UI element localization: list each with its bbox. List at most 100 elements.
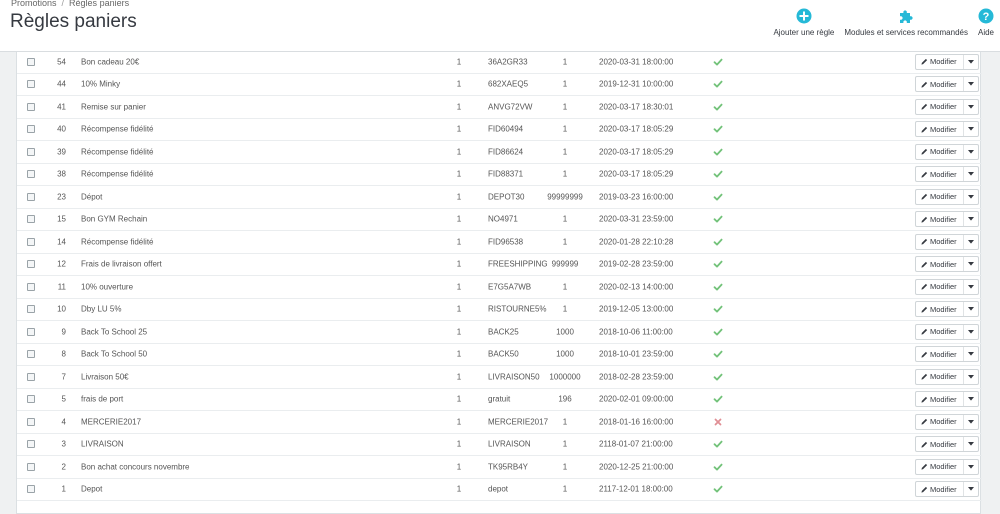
- table-row[interactable]: 5 frais de port 1 gratuit 196 2020-02-01 09:0…: [17, 389, 982, 411]
- status-toggle[interactable]: [713, 484, 723, 494]
- edit-button[interactable]: Modifier: [916, 459, 964, 474]
- edit-button[interactable]: Modifier: [916, 392, 964, 407]
- actions-dropdown-toggle[interactable]: [964, 149, 978, 154]
- status-toggle[interactable]: [713, 394, 723, 404]
- status-toggle[interactable]: [713, 124, 723, 134]
- edit-button[interactable]: Modifier: [916, 324, 964, 339]
- table-row[interactable]: 40 Récompense fidélité 1 FID60494 1 2020-03-1…: [17, 119, 982, 141]
- edit-button[interactable]: Modifier: [916, 482, 964, 497]
- table-row[interactable]: 39 Récompense fidélité 1 FID86624 1 2020-03-1…: [17, 141, 982, 164]
- status-toggle[interactable]: [713, 259, 723, 269]
- edit-button[interactable]: Modifier: [916, 369, 964, 384]
- edit-button[interactable]: Modifier: [916, 144, 964, 159]
- status-toggle[interactable]: [713, 79, 723, 89]
- actions-dropdown-toggle[interactable]: [964, 442, 978, 446]
- breadcrumb-item-promotions[interactable]: Promotions: [11, 0, 57, 8]
- row-checkbox[interactable]: [27, 305, 35, 314]
- table-row[interactable]: 23 Dépot 1 DEPOT30 99999999 2019-03-23 16:00:…: [17, 186, 982, 209]
- edit-button[interactable]: Modifier: [916, 302, 964, 317]
- row-checkbox[interactable]: [27, 372, 35, 381]
- table-row[interactable]: 14 Récompense fidélité 1 FID96538 1 2020-01-2…: [17, 231, 982, 254]
- status-toggle[interactable]: [713, 169, 723, 179]
- edit-button[interactable]: Modifier: [916, 257, 964, 272]
- row-checkbox[interactable]: [27, 350, 35, 359]
- actions-dropdown-toggle[interactable]: [964, 329, 978, 334]
- status-toggle[interactable]: [713, 147, 723, 157]
- actions-dropdown-toggle[interactable]: [964, 172, 978, 176]
- table-row[interactable]: 12 Frais de livraison offert 1 FREESHIPPING…: [17, 254, 982, 276]
- table-row[interactable]: 1 Depot 1 depot 1 2117-12-01 18:00:00 Modifier: [17, 479, 982, 501]
- table-row[interactable]: 11 10% ouverture 1 E7G5A7WB 1 2020-02-13 14:0…: [17, 276, 982, 299]
- status-toggle[interactable]: [713, 57, 723, 67]
- edit-button[interactable]: Modifier: [916, 167, 964, 182]
- edit-button[interactable]: Modifier: [916, 122, 964, 137]
- row-checkbox[interactable]: [27, 327, 35, 336]
- table-row[interactable]: 44 10% Minky 1 682XAEQ5 1 2019-12-31 10:00:00…: [17, 74, 982, 96]
- status-toggle[interactable]: [713, 327, 723, 337]
- status-toggle[interactable]: [713, 349, 723, 359]
- status-toggle[interactable]: [713, 102, 723, 112]
- actions-dropdown-toggle[interactable]: [964, 239, 978, 244]
- row-checkbox[interactable]: [27, 395, 35, 404]
- actions-dropdown-toggle[interactable]: [964, 307, 978, 311]
- row-checkbox[interactable]: [27, 462, 35, 471]
- table-row[interactable]: 9 Back To School 25 1 BACK25 1000 2018-10-06 …: [17, 321, 982, 344]
- actions-dropdown-toggle[interactable]: [964, 82, 978, 86]
- status-toggle[interactable]: [713, 462, 723, 472]
- table-row[interactable]: 10 Dby LU 5% 1 RISTOURNE5% 1 2019-12-05 13:00…: [17, 299, 982, 321]
- edit-button[interactable]: Modifier: [916, 99, 964, 114]
- actions-dropdown-toggle[interactable]: [964, 104, 978, 109]
- status-toggle[interactable]: [713, 304, 723, 314]
- row-checkbox[interactable]: [27, 237, 35, 246]
- actions-dropdown-toggle[interactable]: [964, 217, 978, 221]
- row-checkbox[interactable]: [27, 170, 35, 179]
- edit-button[interactable]: Modifier: [916, 347, 964, 362]
- table-row[interactable]: 54 Bon cadeau 20€ 1 36A2GR33 1 2020-03-31 18:…: [17, 51, 982, 74]
- status-toggle[interactable]: [713, 237, 723, 247]
- status-toggle[interactable]: [713, 372, 723, 382]
- status-toggle[interactable]: [713, 439, 723, 449]
- edit-button[interactable]: Modifier: [916, 54, 964, 69]
- table-row[interactable]: 7 Livraison 50€ 1 LIVRAISON50 1000000 2018-02…: [17, 366, 982, 389]
- table-row[interactable]: 8 Back To School 50 1 BACK50 1000 2018-10-01 …: [17, 344, 982, 366]
- edit-button[interactable]: Modifier: [916, 437, 964, 452]
- status-toggle[interactable]: [713, 282, 723, 292]
- actions-dropdown-toggle[interactable]: [964, 487, 978, 491]
- add-rule-button[interactable]: Ajouter une règle: [773, 8, 834, 37]
- table-row[interactable]: 38 Récompense fidélité 1 FID88371 1 2020-03-1…: [17, 164, 982, 186]
- row-checkbox[interactable]: [27, 125, 35, 134]
- actions-dropdown-toggle[interactable]: [964, 352, 978, 356]
- row-checkbox[interactable]: [27, 417, 35, 426]
- table-row[interactable]: 4 MERCERIE2017 1 MERCERIE2017 1 2018-01-16 16…: [17, 411, 982, 434]
- status-toggle[interactable]: [713, 192, 723, 202]
- edit-button[interactable]: Modifier: [916, 189, 964, 204]
- modules-services-button[interactable]: Modules et services recommandés: [844, 8, 968, 37]
- table-row[interactable]: 15 Bon GYM Rechain 1 NO4971 1 2020-03-31 23:5…: [17, 209, 982, 231]
- table-row[interactable]: 3 LIVRAISON 1 LIVRAISON 1 2118-01-07 21:00:00…: [17, 434, 982, 456]
- actions-dropdown-toggle[interactable]: [964, 464, 978, 469]
- actions-dropdown-toggle[interactable]: [964, 262, 978, 266]
- row-checkbox[interactable]: [27, 192, 35, 201]
- status-toggle[interactable]: [713, 417, 723, 427]
- row-checkbox[interactable]: [27, 485, 35, 494]
- table-row[interactable]: 2 Bon achat concours novembre 1 TK95RB4Y 1 20…: [17, 456, 982, 479]
- edit-button[interactable]: Modifier: [916, 234, 964, 249]
- row-checkbox[interactable]: [27, 260, 35, 269]
- actions-dropdown-toggle[interactable]: [964, 284, 978, 289]
- actions-dropdown-toggle[interactable]: [964, 127, 978, 131]
- actions-dropdown-toggle[interactable]: [964, 397, 978, 401]
- help-button[interactable]: ? Aide: [978, 8, 994, 37]
- actions-dropdown-toggle[interactable]: [964, 59, 978, 64]
- row-checkbox[interactable]: [27, 102, 35, 111]
- row-checkbox[interactable]: [27, 440, 35, 449]
- row-checkbox[interactable]: [27, 215, 35, 224]
- row-checkbox[interactable]: [27, 57, 35, 66]
- edit-button[interactable]: Modifier: [916, 77, 964, 92]
- row-checkbox[interactable]: [27, 282, 35, 291]
- table-row[interactable]: 41 Remise sur panier 1 ANVG72VW 1 2020-03-17 …: [17, 96, 982, 119]
- actions-dropdown-toggle[interactable]: [964, 194, 978, 199]
- actions-dropdown-toggle[interactable]: [964, 419, 978, 424]
- actions-dropdown-toggle[interactable]: [964, 374, 978, 379]
- edit-button[interactable]: Modifier: [916, 279, 964, 294]
- status-toggle[interactable]: [713, 214, 723, 224]
